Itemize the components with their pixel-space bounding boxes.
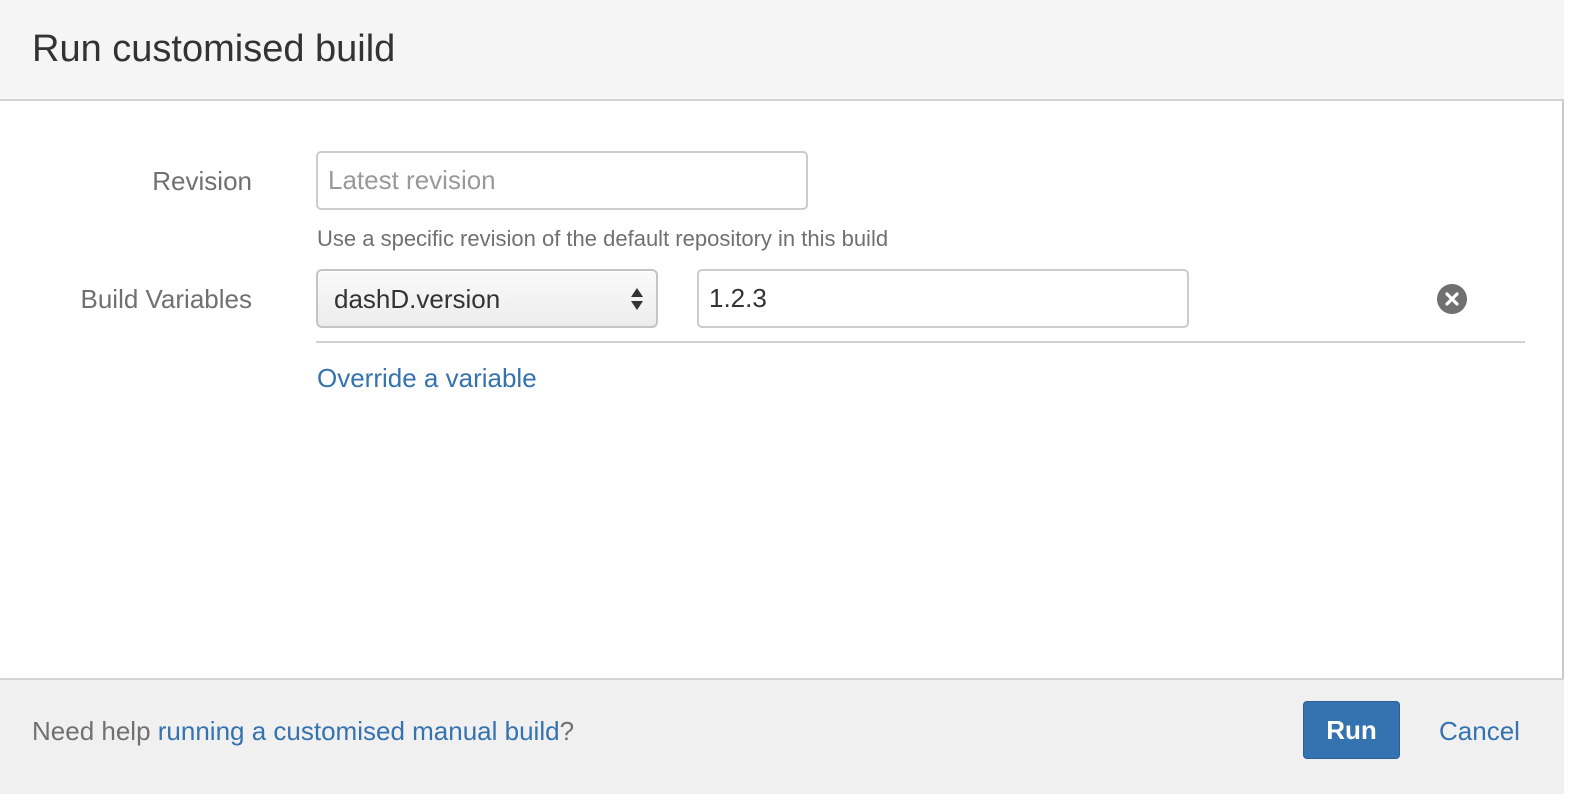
variable-value-input[interactable]: [697, 269, 1189, 328]
dialog-title: Run customised build: [32, 28, 396, 70]
help-link[interactable]: running a customised manual build: [158, 716, 560, 746]
help-suffix: ?: [559, 716, 575, 746]
run-button[interactable]: Run: [1303, 701, 1400, 759]
run-customised-build-dialog: Run customised build Revision Use a spec…: [0, 0, 1564, 794]
help-prefix: Need help: [32, 716, 158, 746]
select-arrows-icon: [631, 288, 643, 310]
dialog-footer: Need help running a customised manual bu…: [0, 678, 1564, 794]
build-variables-label: Build Variables: [80, 284, 252, 314]
revision-label: Revision: [152, 166, 252, 196]
override-variable-link[interactable]: Override a variable: [317, 363, 537, 394]
variable-name-value: dashD.version: [334, 284, 501, 314]
dialog-header: Run customised build: [0, 0, 1564, 101]
variable-name-select[interactable]: dashD.version: [316, 269, 658, 328]
remove-variable-button[interactable]: [1437, 284, 1467, 314]
revision-input[interactable]: [316, 151, 808, 210]
remove-circle-icon: [1445, 292, 1459, 306]
revision-hint: Use a specific revision of the default r…: [317, 226, 889, 251]
cancel-link[interactable]: Cancel: [1439, 716, 1520, 747]
help-text: Need help running a customised manual bu…: [32, 716, 574, 747]
variables-divider: [316, 341, 1525, 343]
